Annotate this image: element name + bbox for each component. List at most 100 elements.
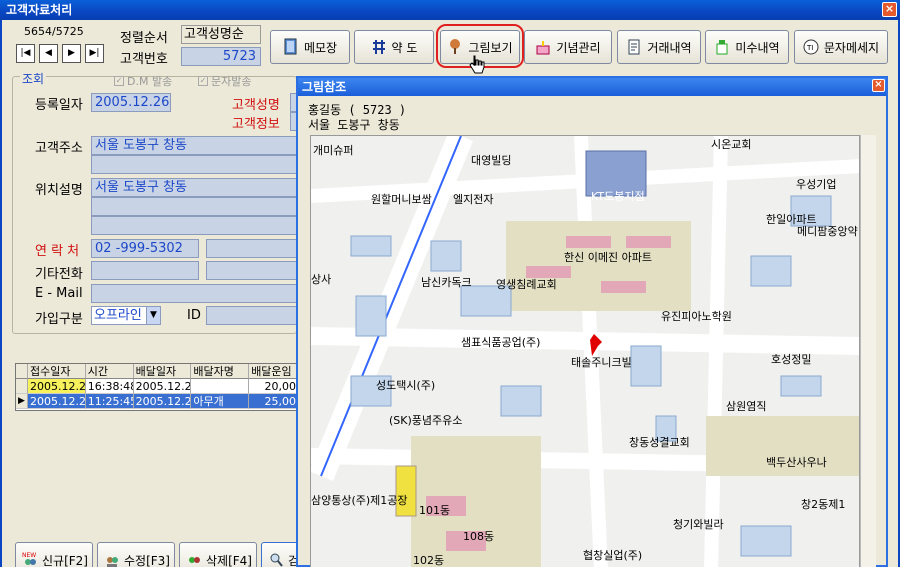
anniversary-button[interactable]: 기념관리 <box>524 30 612 64</box>
map-scrollbar[interactable] <box>860 135 876 567</box>
delete-users-icon <box>189 557 200 563</box>
other-phone-extra-field[interactable] <box>206 261 298 280</box>
road-map-icon <box>372 40 385 54</box>
delivery-grid: 접수일자 시간 배달일자 배달자명 배달운임 2005.12.26 16:38:… <box>15 363 300 411</box>
dm-checkbox[interactable]: ✓ D.M 발송 <box>114 73 172 89</box>
map-label: 개미슈퍼 <box>313 144 354 157</box>
map-label: 삼양통상(주)제1공장 <box>311 494 408 507</box>
grid-header-row: 접수일자 시간 배달일자 배달자명 배달운임 <box>16 364 299 379</box>
map-label: 108동 <box>463 530 495 543</box>
map-view[interactable]: 개미슈퍼 대영빌딩 시온교회 원할머니보쌈 엘지전자 KT도봉지점 우성기업 한… <box>310 135 860 567</box>
map-label: 우성기업 <box>796 178 837 191</box>
map-label: 101동 <box>419 504 451 517</box>
map-label: (SK)풍념주유소 <box>389 414 463 427</box>
first-record-button[interactable]: |◀ <box>16 44 35 63</box>
unpaid-button[interactable]: 미수내역 <box>705 30 789 64</box>
hand-cursor-icon <box>469 55 485 74</box>
grid-header[interactable]: 시간 <box>85 364 134 379</box>
window-title: 고객자료처리 <box>6 3 73 17</box>
email-field[interactable] <box>91 284 298 303</box>
last-record-button[interactable]: ▶| <box>85 44 104 63</box>
address-field[interactable]: 서울 도봉구 창동 <box>91 136 298 155</box>
close-icon[interactable]: × <box>872 79 885 92</box>
bottle-icon <box>716 40 728 55</box>
reg-date-field[interactable]: 2005.12.26 <box>91 93 171 112</box>
edit-users-icon <box>107 557 118 567</box>
map-label: 청기와빌라 <box>673 518 724 531</box>
message-icon: TI <box>803 39 819 55</box>
grid-header[interactable]: 배달자명 <box>191 364 250 379</box>
map-label: 메디팜중앙약 <box>797 225 858 238</box>
location-label: 위치설명 <box>35 183 83 198</box>
picture-window-title: 그림참조 <box>302 80 347 94</box>
picture-window-title-bar: 그림참조 × <box>298 78 886 96</box>
row-pointer-icon: ▶ <box>16 394 28 409</box>
map-label: 남신카독크 <box>421 276 472 289</box>
join-type-select[interactable]: 오프라인 ▼ <box>91 306 161 325</box>
prev-record-button[interactable]: ◀ <box>39 44 58 63</box>
new-users-icon: NEW <box>22 552 36 565</box>
document-icon <box>628 39 640 55</box>
map-label: 시온교회 <box>711 138 752 151</box>
location-field[interactable]: 서울 도봉구 창동 <box>91 178 298 197</box>
memo-button[interactable]: 메모장 <box>270 30 350 64</box>
contact-label: 연 락 처 <box>35 244 80 259</box>
table-row-selected[interactable]: ▶ 2005.12.28 11:25:45 2005.12.28 아무개 25,… <box>16 394 299 409</box>
map-label: 유진피아노학원 <box>661 310 732 323</box>
map-button[interactable]: 약 도 <box>354 30 434 64</box>
transactions-button[interactable]: 거래내역 <box>617 30 701 64</box>
delete-button[interactable]: 삭제[F4] <box>179 542 257 567</box>
address-label: 고객주소 <box>35 141 83 156</box>
record-counter: 5654/5725 <box>24 25 84 38</box>
edit-button[interactable]: 수정[F3] <box>97 542 175 567</box>
address-detail-field[interactable] <box>91 155 298 174</box>
email-label: E - Mail <box>35 286 83 301</box>
map-label: 대영빌딩 <box>471 154 512 167</box>
contact-extra-field[interactable] <box>206 239 298 258</box>
lookup-group-label: 조회 <box>20 70 47 87</box>
sms-checkbox[interactable]: ✓ 문자발송 <box>198 73 251 89</box>
picture-window: 그림참조 × 홍길동 ( 5723 ) 서울 도봉구 창동 개미슈퍼 대영빌딩 … <box>296 76 888 567</box>
svg-text:TI: TI <box>806 44 813 52</box>
map-label: 태솔주니크빌 <box>571 356 632 369</box>
search-button[interactable]: 검 <box>261 542 301 567</box>
grid-header[interactable]: 접수일자 <box>27 364 86 379</box>
location-detail-field-1[interactable] <box>91 197 298 216</box>
sms-button[interactable]: TI 문자메세지 <box>794 30 888 64</box>
map-label: 샘표식품공업(주) <box>461 336 541 349</box>
map-label: 영생침례교회 <box>496 278 557 291</box>
map-label: 협창실업(주) <box>583 549 643 562</box>
other-phone-field[interactable] <box>91 261 199 280</box>
map-label: 원할머니보쌈 <box>371 193 432 206</box>
search-user-icon <box>270 553 283 567</box>
chevron-down-icon[interactable]: ▼ <box>146 307 160 324</box>
map-label: 호성정밀 <box>771 353 812 366</box>
id-field[interactable] <box>206 306 298 325</box>
info-label: 고객정보 <box>232 117 280 132</box>
map-label: KT도봉지점 <box>591 190 645 203</box>
address-line: 서울 도봉구 창동 <box>308 118 400 132</box>
table-row[interactable]: 2005.12.26 16:38:48 2005.12.26 20,00 <box>16 379 299 394</box>
join-type-label: 가입구분 <box>35 312 83 327</box>
reg-date-label: 등록일자 <box>35 98 83 113</box>
map-label: 엘지전자 <box>453 193 494 206</box>
svg-text:NEW: NEW <box>22 552 36 559</box>
location-detail-field-2[interactable] <box>91 216 298 235</box>
new-button[interactable]: NEW 신규[F2] <box>15 542 93 567</box>
notepad-icon <box>284 38 297 55</box>
grid-header[interactable]: 배달운임 <box>249 364 299 379</box>
map-label: 성도택시(주) <box>376 379 436 392</box>
grid-header[interactable]: 배달일자 <box>133 364 192 379</box>
contact-field[interactable]: 02 -999-5302 <box>91 239 199 258</box>
name-label: 고객성명 <box>232 98 280 113</box>
map-label: 상사 <box>311 273 332 286</box>
map-label: 102동 <box>413 554 445 567</box>
map-label: 창2동제1 <box>801 498 846 511</box>
sort-select[interactable]: 고객성명순 <box>181 25 261 44</box>
close-icon[interactable]: × <box>882 2 897 17</box>
map-label: 백두산사우나 <box>766 456 827 469</box>
next-record-button[interactable]: ▶ <box>62 44 81 63</box>
cust-no-field[interactable]: 5723 <box>181 47 261 66</box>
cake-icon <box>536 41 550 55</box>
window-title-bar: 고객자료처리 × <box>0 0 900 20</box>
